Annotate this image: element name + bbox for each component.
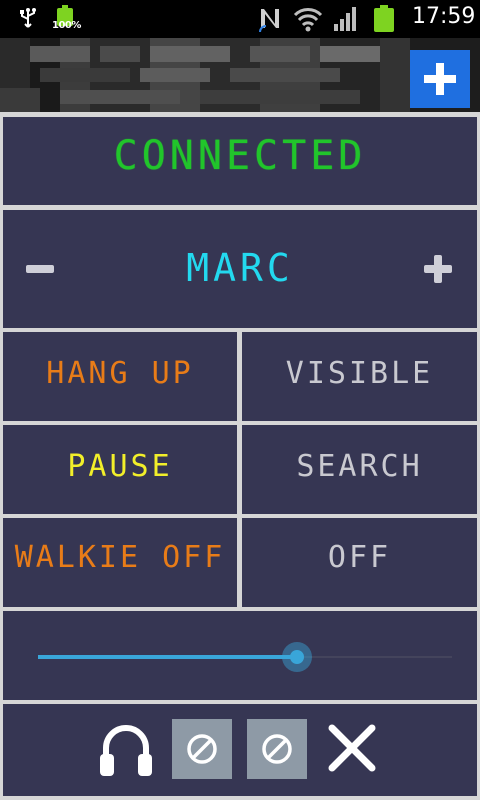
ad-banner[interactable] xyxy=(0,38,480,112)
headphones-icon[interactable] xyxy=(96,718,156,778)
battery-percent-label: 100% xyxy=(52,20,81,31)
contact-name: MARC xyxy=(186,246,294,290)
search-label: SEARCH xyxy=(296,449,423,484)
volume-slider-thumb[interactable] xyxy=(282,642,312,672)
wifi-icon xyxy=(293,8,323,32)
search-button[interactable]: SEARCH xyxy=(242,425,477,514)
blocked-icon xyxy=(187,734,217,764)
status-clock: 17:59 xyxy=(412,4,476,29)
minus-icon[interactable] xyxy=(26,265,54,273)
connection-panel: CONNECTED xyxy=(3,117,477,205)
volume-slider-track[interactable] xyxy=(38,655,296,659)
blocked-icon xyxy=(262,734,292,764)
blocked-button-1[interactable] xyxy=(172,719,232,779)
connection-status: CONNECTED xyxy=(113,133,367,179)
usb-icon xyxy=(20,8,36,28)
visible-label: VISIBLE xyxy=(285,356,434,391)
pause-button[interactable]: PAUSE xyxy=(3,425,237,514)
walkie-label: WALKIE OFF xyxy=(14,540,226,575)
off-button[interactable]: OFF xyxy=(242,518,477,607)
contact-panel: MARC xyxy=(3,210,477,328)
close-icon[interactable] xyxy=(326,722,378,774)
nfc-icon xyxy=(259,9,279,32)
hang-up-button[interactable]: HANG UP xyxy=(3,332,237,421)
status-bar: 100% 17:59 xyxy=(0,0,480,38)
hang-up-label: HANG UP xyxy=(46,356,194,391)
bottom-bar xyxy=(3,704,477,796)
ad-action-button[interactable] xyxy=(410,50,470,108)
volume-slider-rest[interactable] xyxy=(296,656,452,658)
plus-icon[interactable] xyxy=(424,255,452,283)
pause-label: PAUSE xyxy=(67,449,173,484)
blocked-button-2[interactable] xyxy=(247,719,307,779)
battery-icon xyxy=(374,5,394,32)
signal-icon xyxy=(334,7,356,31)
off-label: OFF xyxy=(327,540,392,575)
walkie-button[interactable]: WALKIE OFF xyxy=(3,518,237,607)
visible-button[interactable]: VISIBLE xyxy=(242,332,477,421)
